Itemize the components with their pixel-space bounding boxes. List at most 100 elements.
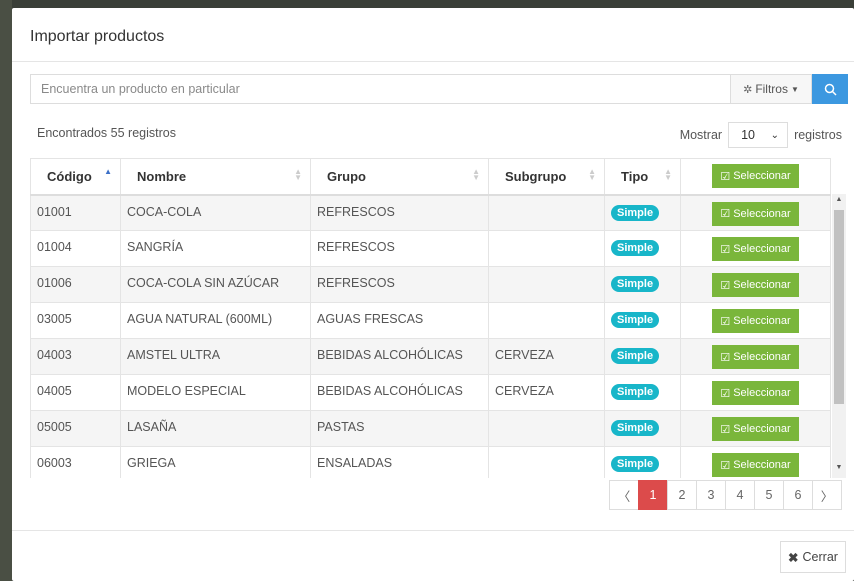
search-button[interactable]: [812, 74, 848, 104]
pagination-prev[interactable]: 〈: [609, 480, 639, 510]
backdrop-left: [0, 0, 12, 581]
pagination-page[interactable]: 2: [667, 480, 697, 510]
cell-codigo: 05005: [30, 410, 121, 447]
pagination: 〈 1 2 3 4 5 6 〉: [609, 480, 842, 510]
type-badge: Simple: [611, 384, 660, 400]
cell-tipo: Simple: [604, 374, 681, 411]
pagination-page[interactable]: 4: [725, 480, 755, 510]
select-button[interactable]: ☑ Seleccionar: [712, 273, 799, 297]
select-button[interactable]: ☑ Seleccionar: [712, 201, 799, 226]
cell-codigo: 04003: [30, 338, 121, 375]
scroll-down-icon[interactable]: ▼: [832, 464, 846, 476]
check-square-icon: ☑: [720, 459, 731, 472]
table-row: 01006 COCA-COLA SIN AZÚCAR REFRESCOS Simple…: [30, 266, 831, 303]
select-button[interactable]: ☑ Seleccionar: [712, 309, 799, 333]
records-label: registros: [794, 128, 842, 142]
pagination-page[interactable]: 6: [783, 480, 813, 510]
cell-codigo: 01001: [30, 194, 121, 231]
cell-action: ☑ Seleccionar: [680, 230, 831, 267]
cell-grupo: REFRESCOS: [310, 194, 489, 231]
check-square-icon: ☑: [720, 208, 731, 220]
cell-grupo: AGUAS FRESCAS: [310, 302, 489, 339]
cell-grupo: ENSALADAS: [310, 446, 489, 478]
cell-tipo: Simple: [604, 446, 681, 478]
show-label: Mostrar: [679, 128, 723, 142]
cell-codigo: 04005: [30, 374, 121, 411]
check-square-icon: ☑: [720, 387, 731, 400]
select-button-label: Seleccionar: [733, 387, 791, 399]
filters-label: Filtros: [755, 82, 788, 96]
sort-icon: ▲ ▼: [664, 167, 672, 182]
modal-title: Importar productos: [30, 28, 165, 45]
close-button[interactable]: ✖ Cerrar: [780, 541, 846, 573]
select-button[interactable]: ☑ Seleccionar: [712, 345, 799, 369]
table-row: 01004 SANGRÍA REFRESCOS Simple ☑ Seleccionar: [30, 230, 831, 267]
page-length-select[interactable]: 10 ⌄: [728, 122, 789, 148]
type-badge: Simple: [611, 240, 660, 256]
type-badge: Simple: [611, 276, 660, 292]
cell-grupo: BEBIDAS ALCOHÓLICAS: [310, 374, 489, 411]
type-badge: Simple: [611, 456, 660, 472]
select-button[interactable]: ☑ Seleccionar: [712, 381, 799, 405]
table-scrollbar[interactable]: ▲ ▼: [832, 194, 846, 478]
cell-subgrupo: [488, 230, 605, 267]
cell-nombre: SANGRÍA: [120, 230, 311, 267]
check-square-icon: ☑: [720, 351, 731, 364]
pagination-page[interactable]: 1: [638, 480, 668, 510]
sort-asc-icon: ▲: [104, 167, 112, 176]
cell-nombre: COCA-COLA SIN AZÚCAR: [120, 266, 311, 303]
caret-down-icon: ▼: [790, 84, 799, 94]
cell-codigo: 03005: [30, 302, 121, 339]
search-input[interactable]: [30, 74, 730, 104]
cell-nombre: AMSTEL ULTRA: [120, 338, 311, 375]
scrollbar-thumb[interactable]: [834, 210, 844, 404]
wrench-icon: ✲: [743, 83, 753, 96]
cell-action: ☑ Seleccionar: [680, 374, 831, 411]
pagination-page[interactable]: 5: [754, 480, 784, 510]
column-header-subgrupo[interactable]: Subgrupo ▲ ▼: [488, 158, 605, 196]
table-row: 04005 MODELO ESPECIAL BEBIDAS ALCOHÓLICAS C…: [30, 374, 831, 411]
cell-nombre: LASAÑA: [120, 410, 311, 447]
filters-dropdown-button[interactable]: ✲ Filtros ▼: [730, 74, 812, 104]
type-badge: Simple: [611, 204, 660, 221]
column-header-grupo[interactable]: Grupo ▲ ▼: [310, 158, 489, 196]
pagination-page[interactable]: 3: [696, 480, 726, 510]
column-header-tipo[interactable]: Tipo ▲ ▼: [604, 158, 681, 196]
select-all-button[interactable]: ☑ Seleccionar: [712, 164, 799, 189]
select-button-label: Seleccionar: [733, 459, 791, 471]
pagination-next[interactable]: 〉: [812, 480, 842, 510]
select-button-label: Seleccionar: [733, 351, 791, 363]
select-button-label: Seleccionar: [733, 423, 791, 435]
select-button[interactable]: ☑ Seleccionar: [712, 417, 799, 441]
cell-codigo: 06003: [30, 446, 121, 478]
select-button-label: Seleccionar: [733, 207, 791, 220]
table-row: 06003 GRIEGA ENSALADAS Simple ☑ Seleccionar: [30, 446, 831, 478]
sort-icon: ▲ ▼: [472, 167, 480, 182]
cell-nombre: COCA-COLA: [120, 194, 311, 231]
select-button[interactable]: ☑ Seleccionar: [712, 453, 799, 477]
cell-action: ☑ Seleccionar: [680, 266, 831, 303]
cell-tipo: Simple: [604, 266, 681, 303]
cell-nombre: GRIEGA: [120, 446, 311, 478]
import-products-modal: Importar productos ✲ Filtros ▼ Encontrad…: [12, 8, 854, 581]
column-header-nombre[interactable]: Nombre ▲ ▼: [120, 158, 311, 196]
scroll-up-icon[interactable]: ▲: [832, 196, 846, 208]
table-row: 01001 COCA-COLA REFRESCOS Simple ☑ Selecciona…: [30, 194, 831, 231]
check-square-icon: ☑: [720, 243, 731, 256]
close-icon: ✖: [788, 550, 799, 565]
cell-nombre: AGUA NATURAL (600ML): [120, 302, 311, 339]
cell-tipo: Simple: [604, 302, 681, 339]
sort-icon: ▲ ▼: [588, 167, 596, 182]
cell-subgrupo: [488, 194, 605, 231]
cell-action: ☑ Seleccionar: [680, 446, 831, 478]
table-row: 03005 AGUA NATURAL (600ML) AGUAS FRESCAS Si…: [30, 302, 831, 339]
type-badge: Simple: [611, 312, 660, 328]
select-button[interactable]: ☑ Seleccionar: [712, 237, 799, 261]
column-header-codigo[interactable]: Código ▲: [30, 158, 121, 196]
cell-subgrupo: [488, 410, 605, 447]
cell-action: ☑ Seleccionar: [680, 338, 831, 375]
cell-subgrupo: CERVEZA: [488, 374, 605, 411]
cell-grupo: PASTAS: [310, 410, 489, 447]
select-button-label: Seleccionar: [733, 315, 791, 327]
cell-action: ☑ Seleccionar: [680, 302, 831, 339]
